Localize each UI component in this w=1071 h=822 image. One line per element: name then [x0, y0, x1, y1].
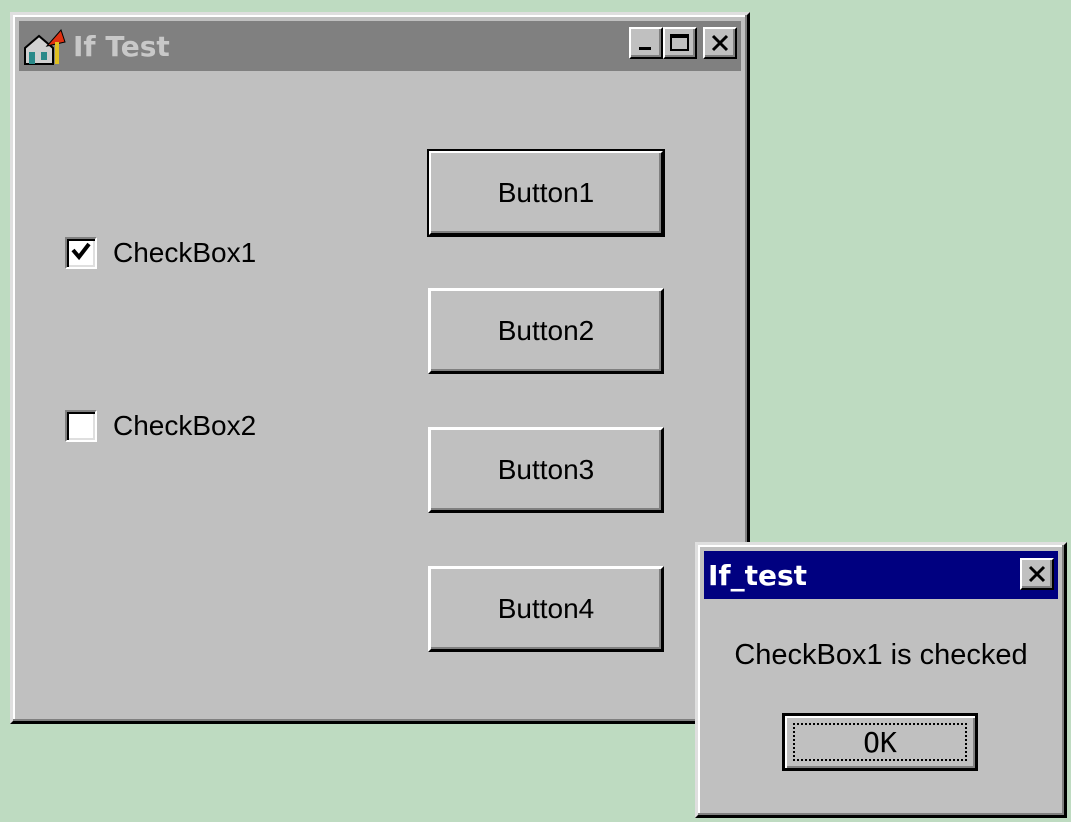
button-3[interactable]: Button3	[428, 427, 664, 513]
checkmark-icon	[70, 240, 92, 267]
main-titlebar[interactable]: If Test	[19, 21, 741, 71]
button-4[interactable]: Button4	[428, 566, 664, 652]
checkbox-1-box[interactable]	[65, 237, 97, 269]
house-arrow-icon	[21, 24, 69, 68]
message-dialog: If_test CheckBox1 is checked OK	[695, 542, 1067, 818]
checkbox-1-label: CheckBox1	[113, 237, 257, 268]
dialog-titlebar[interactable]: If_test	[704, 551, 1058, 599]
button-1[interactable]: Button1	[427, 149, 665, 237]
ok-button-label: OK	[793, 723, 967, 761]
checkbox-2-label: CheckBox2	[113, 410, 257, 441]
main-window: If Test CheckBox1 CheckBox2 Button1 Butt…	[10, 12, 750, 724]
dialog-message: CheckBox1 is checked	[734, 639, 1028, 671]
desktop: If Test CheckBox1 CheckBox2 Button1 Butt…	[0, 0, 1071, 822]
window-title: If Test	[73, 29, 170, 63]
close-icon	[1027, 564, 1047, 584]
close-icon	[710, 33, 730, 53]
dialog-title: If_test	[708, 558, 808, 592]
checkbox-2[interactable]: CheckBox2	[65, 410, 256, 442]
caption-buttons	[629, 27, 737, 59]
checkbox-2-box[interactable]	[65, 410, 97, 442]
minimize-icon	[636, 33, 656, 53]
minimize-button[interactable]	[629, 27, 663, 59]
ok-button[interactable]: OK	[782, 713, 978, 771]
close-button[interactable]	[703, 27, 737, 59]
dialog-close-button[interactable]	[1020, 558, 1054, 590]
checkbox-1[interactable]: CheckBox1	[65, 237, 256, 269]
maximize-icon	[669, 33, 691, 53]
maximize-button[interactable]	[663, 27, 697, 59]
button-2[interactable]: Button2	[428, 288, 664, 374]
